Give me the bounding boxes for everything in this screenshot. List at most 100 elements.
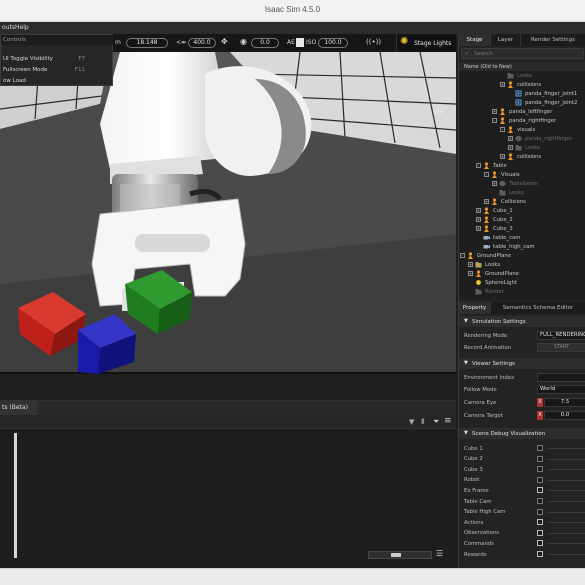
stage-tree-row[interactable]: table_high_cam (459, 242, 585, 251)
tab-semantics-schema-editor[interactable]: Semantics Schema Editor (491, 302, 585, 314)
xform-icon (483, 216, 490, 223)
debug-vis-checkbox[interactable] (537, 476, 543, 483)
camera-target-x-field[interactable]: 0.0 (544, 411, 585, 420)
stage-tree-row[interactable]: + collisions (459, 80, 585, 89)
expand-toggle-icon[interactable]: - (492, 118, 497, 123)
console-tab-bar: ts (Beta) (0, 401, 456, 415)
section-title: Viewer Settings (472, 360, 516, 367)
debug-vis-checkbox[interactable] (537, 508, 543, 515)
bookmark-icon[interactable]: ▮ (421, 417, 425, 425)
tab-render-settings[interactable]: Render Settings (521, 34, 585, 46)
stage-tree-row[interactable]: Looks (459, 71, 585, 80)
stage-search-input[interactable]: ⌕ Search (461, 48, 584, 59)
stage-tree-row[interactable]: - GroundPlane (459, 251, 585, 260)
simulation-settings-header[interactable]: ▼ Simulation Settings (459, 316, 585, 327)
focal-length-field[interactable]: 18.148 (126, 38, 168, 48)
stage-tree-row[interactable]: SphereLight (459, 278, 585, 287)
stage-tree-row[interactable]: - Table (459, 161, 585, 170)
rendering-mode-select[interactable]: FULL_RENDERING (537, 331, 585, 340)
debug-vis-checkbox[interactable] (537, 529, 543, 536)
debug-vis-checkbox[interactable] (537, 498, 543, 504)
expand-toggle-icon[interactable]: - (484, 172, 489, 177)
menu-item-load[interactable]: ow Load (1, 76, 113, 86)
expand-toggle-icon[interactable]: - (460, 253, 465, 258)
menu-item-ui-toggle[interactable]: UI Toggle Visibility F7 (1, 54, 113, 64)
tab-property[interactable]: Property (459, 302, 491, 314)
stage-tree-row[interactable]: + panda_rightfinger (459, 134, 585, 143)
menu-layouts[interactable]: outs (2, 24, 15, 31)
stage-column-header[interactable]: Name (Old to New) (459, 62, 585, 71)
debug-vis-divider (547, 501, 585, 502)
stage-tree-row[interactable]: Render (459, 287, 585, 296)
stage-tree-row[interactable]: + collisions (459, 152, 585, 161)
stage-tree-label: collisions (517, 153, 542, 160)
debug-vis-checkbox[interactable] (537, 487, 543, 494)
menu-icon[interactable]: ≡ (444, 416, 452, 426)
debug-vis-checkbox[interactable] (537, 455, 543, 462)
expand-toggle-icon[interactable]: + (508, 145, 513, 150)
expand-toggle-icon[interactable]: + (492, 109, 497, 114)
filter-icon[interactable]: ⏷ (433, 417, 439, 427)
near-clip-field[interactable]: 400.0 (188, 38, 216, 48)
expand-toggle-icon[interactable]: + (476, 208, 481, 213)
menu-item-fullscreen[interactable]: Fullscreen Mode F11 (1, 65, 113, 75)
stage-tree-row[interactable]: - panda_rightfinger (459, 116, 585, 125)
stage-tree-row[interactable]: table_cam (459, 233, 585, 242)
console-hscroll-thumb[interactable] (391, 553, 401, 557)
move-icon[interactable]: ✥ (221, 37, 228, 46)
expand-toggle-icon[interactable]: + (476, 217, 481, 222)
expand-toggle-icon[interactable]: + (468, 262, 473, 267)
expand-toggle-icon[interactable]: + (492, 181, 497, 186)
stage-tree-row[interactable]: + Collisions (459, 197, 585, 206)
light-icon (475, 279, 482, 286)
stage-tree-row[interactable]: - visuals (459, 125, 585, 134)
menu-help[interactable]: Help (15, 24, 29, 31)
stage-tree-row[interactable]: + Cube_2 (459, 215, 585, 224)
env-index-field[interactable] (537, 373, 585, 382)
expand-toggle-icon[interactable]: + (508, 136, 513, 141)
debug-vis-divider (547, 448, 585, 449)
expand-toggle-icon[interactable]: + (468, 271, 473, 276)
debug-vis-divider (547, 479, 585, 481)
stage-tree-row[interactable]: panda_finger_joint1 (459, 89, 585, 98)
camera-eye-x-field[interactable]: 7.5 (544, 398, 585, 407)
expand-toggle-icon[interactable]: - (476, 163, 481, 168)
stage-tree-row[interactable]: Looks (459, 188, 585, 197)
debug-vis-checkbox[interactable] (537, 519, 543, 526)
viewer-settings-header[interactable]: ▼ Viewer Settings (459, 358, 585, 369)
iso-field[interactable]: 100.0 (318, 38, 348, 48)
debug-vis-checkbox[interactable] (537, 445, 543, 451)
console-tab[interactable]: ts (Beta) (0, 401, 38, 415)
debug-vis-checkbox[interactable] (537, 466, 543, 473)
stage-tree-row[interactable]: + TableGeom (459, 179, 585, 188)
expand-toggle-icon[interactable]: + (500, 154, 505, 159)
stage-tree-row[interactable]: + GroundPlane (459, 269, 585, 278)
expand-toggle-icon[interactable]: + (476, 226, 481, 231)
expand-toggle-icon[interactable]: + (500, 82, 505, 87)
follow-mode-select[interactable]: World (537, 385, 585, 394)
debug-vis-label: Actions (464, 519, 484, 526)
list-icon[interactable]: ☰ (436, 549, 443, 558)
stage-tree-row[interactable]: - Visuals (459, 170, 585, 179)
stage-tree-row[interactable]: + Cube_3 (459, 224, 585, 233)
tab-layer[interactable]: Layer (491, 34, 521, 46)
capture-icon[interactable]: ((•)) (366, 38, 381, 46)
exposure-field[interactable]: 0.0 (251, 38, 279, 48)
debug-vis-checkbox[interactable] (537, 540, 543, 547)
stage-tree-row[interactable]: + Looks (459, 260, 585, 269)
record-start-button[interactable]: START (537, 343, 585, 352)
stage-lights-button[interactable]: ✺ Stage Lights (396, 35, 456, 51)
expand-toggle-icon[interactable]: - (500, 127, 505, 132)
filter-down-icon[interactable]: ▼ (409, 418, 414, 426)
console-scrollbar[interactable] (14, 433, 17, 558)
stage-tree-row[interactable]: + panda_leftfinger (459, 107, 585, 116)
stage-tree-row[interactable]: + Cube_1 (459, 206, 585, 215)
tab-stage[interactable]: Stage (459, 34, 491, 46)
ae-swatch[interactable] (296, 38, 304, 47)
stage-tree-row[interactable]: + Looks (459, 143, 585, 152)
stage-tree-row[interactable]: panda_finger_joint2 (459, 98, 585, 107)
console-hscroll[interactable] (368, 551, 432, 559)
scene-debug-header[interactable]: ▼ Scene Debug Visualization (459, 428, 585, 439)
debug-vis-checkbox[interactable] (537, 551, 543, 557)
expand-toggle-icon[interactable]: + (484, 199, 489, 204)
